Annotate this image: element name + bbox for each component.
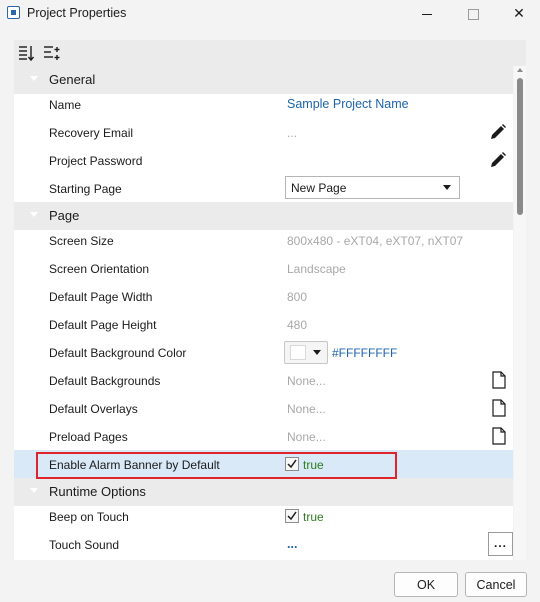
property-label: Beep on Touch [49, 510, 129, 524]
property-label: Name [49, 98, 82, 112]
property-row-preload-pages[interactable]: Preload Pages None... [14, 422, 513, 450]
property-value-default-backgrounds[interactable]: None... [287, 374, 326, 388]
property-toolbar [14, 40, 526, 66]
property-row-screen-orientation[interactable]: Screen Orientation Landscape [14, 254, 513, 282]
property-value-touch-sound[interactable]: ... [287, 537, 297, 551]
property-row-screen-size[interactable]: Screen Size 800x480 - eXT04, eXT07, nXT0… [14, 226, 513, 254]
property-label: Default Backgrounds [49, 374, 161, 388]
category-label: Runtime Options [49, 484, 146, 499]
starting-page-dropdown[interactable]: New Page [285, 176, 460, 199]
property-row-default-overlays[interactable]: Default Overlays None... [14, 394, 513, 422]
document-icon[interactable] [491, 371, 507, 389]
property-label: Default Page Height [49, 318, 157, 332]
property-label: Default Overlays [49, 402, 138, 416]
ellipsis-icon: ... [494, 536, 508, 550]
alphabetical-sort-icon[interactable] [43, 44, 61, 62]
collapse-chevron-icon[interactable] [30, 76, 38, 81]
property-row-default-background-color[interactable]: Default Background Color [14, 338, 513, 366]
scroll-up-icon[interactable] [517, 68, 523, 72]
property-value-name[interactable]: Sample Project Name [287, 97, 409, 111]
cancel-button[interactable]: Cancel [465, 572, 527, 597]
property-label: Screen Size [49, 234, 114, 248]
beep-on-touch-checkbox[interactable] [285, 509, 299, 523]
scrollbar-thumb[interactable] [517, 78, 523, 215]
property-row-default-backgrounds[interactable]: Default Backgrounds None... [14, 366, 513, 394]
property-row-name[interactable]: Name Sample Project Name [14, 90, 513, 118]
touch-sound-browse-button[interactable]: ... [488, 532, 513, 556]
vertical-scrollbar[interactable] [514, 66, 526, 560]
checkmark-icon [287, 511, 297, 521]
dropdown-arrow-icon [313, 350, 321, 355]
property-row-project-password[interactable]: Project Password [14, 146, 513, 174]
property-label: Starting Page [49, 182, 122, 196]
property-value-screen-orientation: Landscape [287, 262, 346, 276]
highlight-box [36, 452, 397, 479]
category-label: Page [49, 208, 80, 223]
starting-page-selected: New Page [291, 181, 347, 195]
collapse-chevron-icon[interactable] [30, 212, 38, 217]
property-value-recovery-email[interactable]: ... [287, 126, 297, 140]
property-value-default-overlays[interactable]: None... [287, 402, 326, 416]
edit-pencil-icon[interactable] [489, 151, 507, 169]
title-bar: Project Properties [0, 0, 540, 28]
category-label: General [49, 72, 96, 87]
document-icon[interactable] [491, 427, 507, 445]
property-value-preload-pages[interactable]: None... [287, 430, 326, 444]
edit-pencil-icon[interactable] [489, 123, 507, 141]
property-label: Preload Pages [49, 430, 128, 444]
property-value-screen-size: 800x480 - eXT04, eXT07, nXT07 [287, 234, 464, 248]
dropdown-arrow-icon [443, 185, 451, 190]
property-row-recovery-email[interactable]: Recovery Email ... [14, 118, 513, 146]
property-label: Touch Sound [49, 538, 120, 552]
property-row-beep-on-touch[interactable]: Beep on Touch true [14, 502, 513, 530]
maximize-button[interactable] [450, 0, 496, 28]
property-label: Screen Orientation [49, 262, 150, 276]
property-label: Project Password [49, 154, 143, 168]
collapse-chevron-icon[interactable] [30, 488, 38, 493]
app-icon [7, 6, 20, 19]
background-color-picker[interactable] [284, 341, 328, 364]
property-grid: General Name Sample Project Name Recover… [14, 66, 513, 560]
window-title: Project Properties [27, 6, 127, 20]
property-row-default-page-height[interactable]: Default Page Height 480 [14, 310, 513, 338]
property-row-default-page-width[interactable]: Default Page Width 800 [14, 282, 513, 310]
property-label: Default Page Width [49, 290, 153, 304]
property-value-default-page-height: 480 [287, 318, 308, 332]
color-swatch [290, 345, 306, 360]
minimize-button[interactable] [404, 0, 450, 28]
property-label: Recovery Email [49, 126, 134, 140]
property-row-touch-sound[interactable]: Touch Sound ... [14, 530, 513, 558]
ok-button[interactable]: OK [394, 572, 458, 597]
categorized-sort-icon[interactable] [18, 44, 36, 62]
background-color-hex[interactable]: #FFFFFFFF [332, 346, 397, 360]
close-button[interactable] [496, 0, 540, 28]
document-icon[interactable] [491, 399, 507, 417]
property-label: Default Background Color [49, 346, 187, 360]
property-value-beep-on-touch: true [303, 510, 324, 524]
property-value-default-page-width: 800 [287, 290, 308, 304]
